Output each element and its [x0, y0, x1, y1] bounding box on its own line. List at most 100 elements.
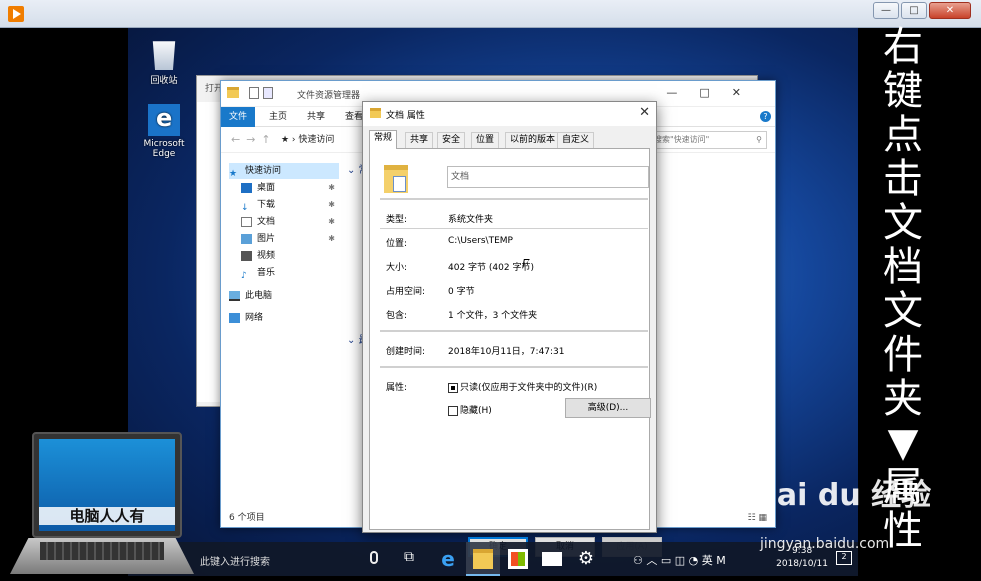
contains-label: 包含:: [386, 311, 408, 321]
microphone-icon[interactable]: [370, 551, 378, 564]
input-language[interactable]: 英: [702, 554, 713, 567]
laptop-logo-text: 电脑人人有: [39, 507, 175, 525]
desktop-icon-edge[interactable]: Microsoft Edge: [134, 104, 194, 159]
advanced-button[interactable]: 高级(D)...: [565, 398, 651, 418]
pin-icon: ✱: [328, 234, 335, 243]
general-tab-panel: 文档 类型: 系统文件夹 位置: C:\Users\TEMP 大小: 402 字…: [369, 148, 651, 530]
folder-icon: [370, 108, 381, 118]
readonly-checkbox[interactable]: 只读(仅应用于文件夹中的文件)(R): [448, 380, 597, 393]
hidden-label: 隐藏(H): [460, 406, 492, 416]
task-view-icon[interactable]: ⧉: [404, 549, 424, 569]
nav-item-label: 下载: [257, 200, 276, 210]
ribbon-tab-file[interactable]: 文件: [221, 107, 256, 127]
desktop-icon-label: Microsoft Edge: [143, 139, 185, 159]
navigation-pane: ★ 快速访问 桌面 ✱ ↓ 下载 ✱ 文档 ✱ 图片 ✱ 视频 ♪ 音乐 此电脑 网络: [221, 157, 341, 497]
document-icon: [241, 216, 252, 227]
explorer-window-controls[interactable]: —□✕: [666, 86, 763, 99]
picture-icon: [241, 233, 252, 244]
file-explorer-taskbar-icon[interactable]: [473, 549, 493, 569]
nav-item-label: 此电脑: [245, 291, 273, 301]
type-label: 类型:: [386, 215, 408, 225]
taskbar: 此键入进行搜索 ⧉ e ⚙ ⚇ ︿ ▭ ◫ ◔ 英 M 9:38 2018/10/…: [128, 542, 858, 576]
nav-item-label: 视频: [257, 251, 276, 261]
nav-item-this-pc[interactable]: 此电脑: [229, 288, 339, 304]
desktop-icon-recycle-bin[interactable]: 回收站: [134, 38, 194, 86]
documents-folder-icon: [384, 165, 408, 193]
caption-char: 右: [883, 24, 923, 70]
nav-item-network[interactable]: 网络: [229, 310, 339, 326]
tab-location[interactable]: 位置: [471, 132, 500, 148]
edge-taskbar-icon[interactable]: e: [438, 549, 458, 569]
dialog-close-button[interactable]: ✕: [639, 105, 650, 120]
created-value: 2018年10月11日，7:47:31: [448, 347, 565, 357]
contains-value: 1 个文件，3 个文件夹: [448, 311, 538, 321]
caption-char: 点: [883, 112, 923, 158]
maximize-button[interactable]: □: [901, 2, 927, 19]
tab-general[interactable]: 常规: [369, 130, 398, 149]
player-window-controls: — □ ✕: [873, 2, 971, 19]
edge-icon: [148, 104, 180, 136]
caption-char: ▼: [887, 420, 919, 466]
baidu-watermark-url: jingyan.baidu.com: [760, 536, 890, 552]
tab-sharing[interactable]: 共享: [405, 132, 434, 148]
nav-item-documents[interactable]: 文档 ✱: [229, 214, 339, 230]
nav-item-label: 桌面: [257, 183, 276, 193]
download-icon: ↓: [241, 202, 249, 213]
player-logo-icon: [8, 6, 24, 22]
store-icon[interactable]: [508, 549, 528, 569]
ribbon-tab-share[interactable]: 共享: [299, 107, 333, 127]
view-toggle-icons[interactable]: ☷ ▦: [748, 513, 767, 523]
tab-security[interactable]: 安全: [437, 132, 466, 148]
music-icon: ♪: [241, 270, 247, 281]
dialog-title: 文档 属性: [386, 111, 425, 121]
ribbon-tab-home[interactable]: 主页: [261, 107, 295, 127]
video-icon: [241, 250, 252, 261]
nav-arrows-icon[interactable]: ←→↑: [231, 133, 277, 146]
caption-char: 击: [883, 156, 923, 202]
nav-item-quick-access[interactable]: ★ 快速访问: [229, 163, 339, 179]
star-icon: ★: [229, 168, 238, 179]
readonly-label: 只读(仅应用于文件夹中的文件)(R): [460, 383, 598, 393]
tab-previous-versions[interactable]: 以前的版本: [505, 132, 561, 148]
caption-char: 夹: [883, 376, 923, 422]
minimize-button[interactable]: —: [873, 2, 899, 19]
nav-item-desktop[interactable]: 桌面 ✱: [229, 180, 339, 196]
hidden-checkbox[interactable]: 隐藏(H): [448, 403, 492, 416]
tab-customize[interactable]: 自定义: [557, 132, 595, 148]
disk-size-value: 0 字节: [448, 287, 475, 297]
pin-icon: ✱: [328, 183, 335, 192]
help-icon[interactable]: ?: [760, 111, 771, 122]
player-titlebar: — □ ✕: [0, 0, 981, 28]
pin-icon: ✱: [328, 200, 335, 209]
new-folder-icon[interactable]: [263, 87, 273, 99]
taskbar-search-box[interactable]: 此键入进行搜索: [200, 553, 270, 568]
location-value: C:\Users\TEMP: [448, 236, 513, 246]
recycle-bin-icon: [152, 41, 176, 70]
nav-item-label: 快速访问: [245, 166, 282, 176]
baidu-watermark: Bai du 经验: [754, 478, 932, 513]
mail-icon[interactable]: [542, 552, 562, 566]
properties-dialog[interactable]: 文档 属性 ✕ 常规 共享 安全 位置 以前的版本 自定义 文档 类型: 系统文…: [362, 101, 662, 557]
created-label: 创建时间:: [386, 347, 426, 357]
nav-item-label: 文档: [257, 217, 276, 227]
ime-mode[interactable]: M: [716, 554, 726, 567]
nav-item-music[interactable]: ♪ 音乐: [229, 265, 339, 281]
folder-name-field[interactable]: 文档: [447, 166, 649, 188]
search-input[interactable]: 搜索"快速访问" ⚲: [647, 131, 767, 149]
system-tray[interactable]: ⚇ ︿ ▭ ◫ ◔ 英 M: [633, 552, 726, 568]
breadcrumb-label: 快速访问: [298, 135, 335, 145]
size-label: 大小:: [386, 263, 408, 273]
notification-center-icon[interactable]: 2: [836, 551, 852, 565]
checkbox-icon: [448, 405, 458, 416]
laptop-display: 电脑人人有: [39, 439, 175, 531]
computer-icon: [229, 290, 240, 301]
close-button[interactable]: ✕: [929, 2, 971, 19]
nav-item-downloads[interactable]: ↓ 下载 ✱: [229, 197, 339, 213]
properties-icon[interactable]: [249, 87, 259, 99]
laptop-logo: 电脑人人有: [10, 432, 194, 575]
nav-item-label: 图片: [257, 234, 276, 244]
settings-gear-icon[interactable]: ⚙: [576, 549, 596, 569]
nav-item-pictures[interactable]: 图片 ✱: [229, 231, 339, 247]
breadcrumb[interactable]: ★ › 快速访问: [281, 131, 361, 149]
nav-item-videos[interactable]: 视频: [229, 248, 339, 264]
